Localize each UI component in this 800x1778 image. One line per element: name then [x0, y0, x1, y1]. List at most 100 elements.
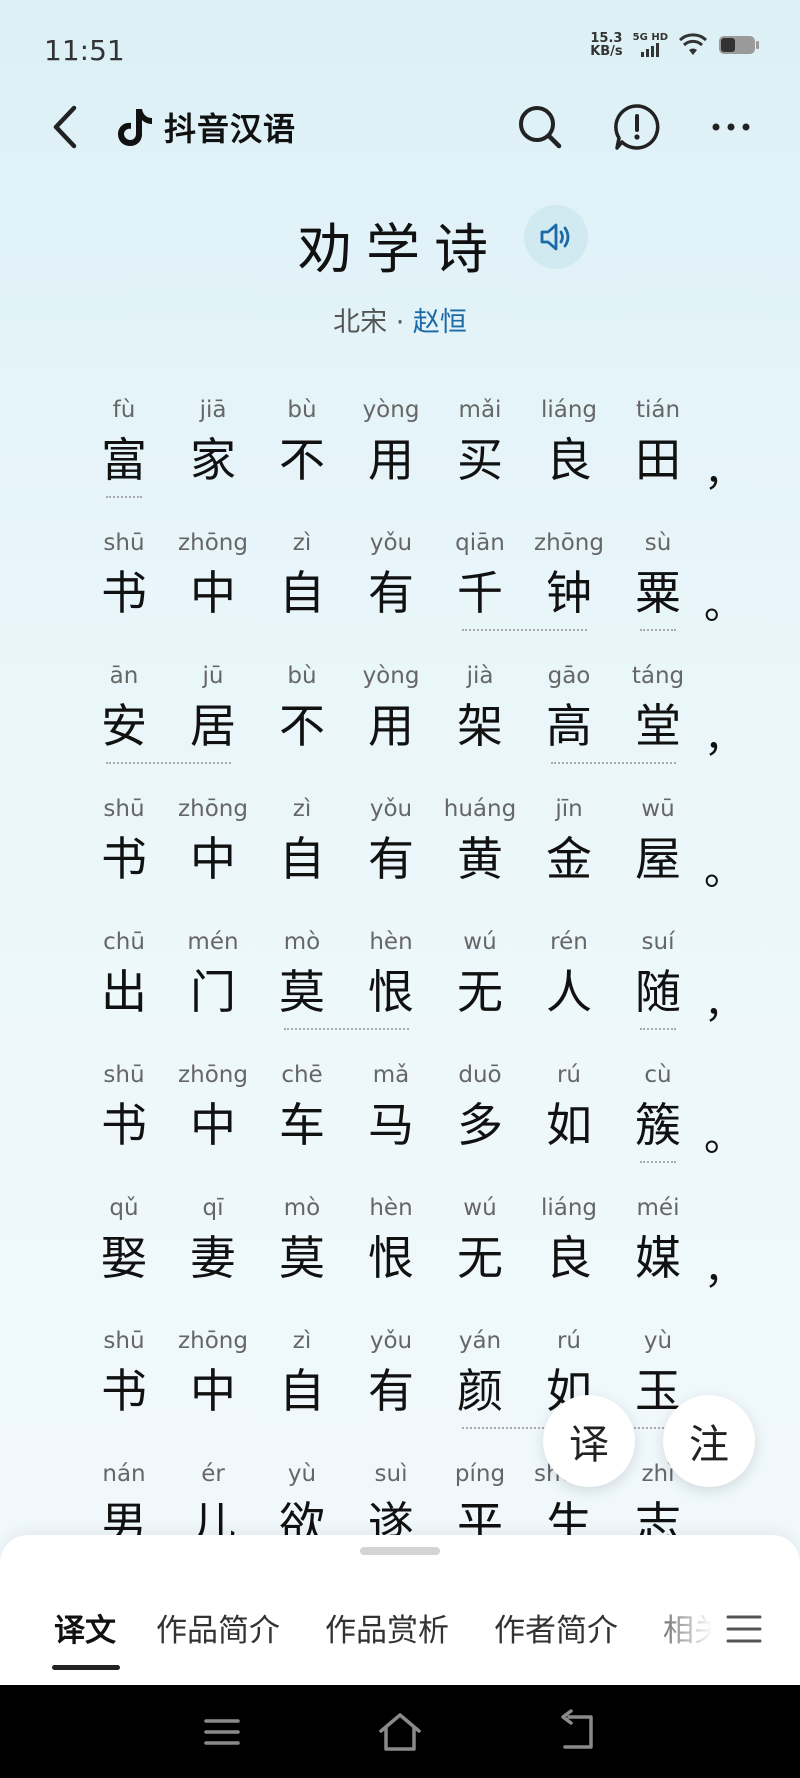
poem-character[interactable]: sù 粟 — [614, 528, 702, 624]
poem-character[interactable]: rú 如 — [525, 1060, 613, 1156]
pinyin: táng — [631, 663, 685, 689]
pinyin: jīn — [555, 796, 583, 822]
poem-character[interactable]: mò 莫 — [258, 1193, 346, 1289]
poem-character[interactable]: yù 欲 — [258, 1459, 346, 1535]
poem-character[interactable]: shū 书 — [80, 1326, 168, 1422]
tab-work-intro[interactable]: 作品简介 — [156, 1605, 280, 1650]
poem-character[interactable]: suì 遂 — [347, 1459, 435, 1535]
annotate-button[interactable]: 注 — [663, 1395, 755, 1487]
poem-character[interactable]: jīn 金 — [525, 794, 613, 890]
poem-character[interactable]: yán 颜 — [436, 1326, 524, 1422]
poem-character[interactable]: mén 门 — [169, 927, 257, 1023]
poem-character[interactable]: zì 自 — [258, 1326, 346, 1422]
poem-character[interactable]: rén 人 — [525, 927, 613, 1023]
poem-character[interactable]: qiān 千 — [436, 528, 524, 624]
poem-character[interactable]: jià 架 — [436, 661, 524, 757]
hanzi: 遂 — [368, 1497, 414, 1535]
poem-character[interactable]: bù 不 — [258, 661, 346, 757]
poem-character[interactable]: chē 车 — [258, 1060, 346, 1156]
pinyin: qiān — [455, 530, 505, 556]
poem-character[interactable]: tián 田 — [614, 395, 702, 491]
hanzi: 用 — [368, 433, 414, 487]
search-icon[interactable] — [515, 102, 565, 152]
poem-character[interactable]: zhōng 中 — [169, 794, 257, 890]
poem-character[interactable]: qǔ 娶 — [80, 1193, 168, 1289]
poem-character[interactable]: bù 不 — [258, 395, 346, 491]
hanzi: 娶 — [101, 1231, 147, 1285]
word-underline[interactable] — [640, 1028, 676, 1030]
poem-character[interactable]: huáng 黄 — [436, 794, 524, 890]
poem-character[interactable]: mǎi 买 — [436, 395, 524, 491]
poem-character[interactable]: wū 屋 — [614, 794, 702, 890]
word-underline[interactable] — [106, 496, 142, 498]
poem-character[interactable]: chū 出 — [80, 927, 168, 1023]
poem-character[interactable]: yòng 用 — [347, 395, 435, 491]
word-underline[interactable] — [106, 762, 231, 764]
poem-character[interactable]: nán 男 — [80, 1459, 168, 1535]
word-underline[interactable] — [462, 629, 587, 631]
poem-character[interactable]: méi 媒 — [614, 1193, 702, 1289]
poem-character[interactable]: zhōng 中 — [169, 1060, 257, 1156]
hanzi: 书 — [101, 1364, 147, 1418]
pinyin: shū — [103, 1328, 145, 1354]
tab-translation[interactable]: 译文 — [54, 1605, 116, 1650]
hanzi: 人 — [546, 965, 592, 1019]
pinyin: yù — [643, 1328, 673, 1354]
poem-character[interactable]: yǒu 有 — [347, 794, 435, 890]
poem-character[interactable]: yǒu 有 — [347, 1326, 435, 1422]
tab-work-analysis[interactable]: 作品赏析 — [325, 1605, 449, 1650]
poem-character[interactable]: ér 儿 — [169, 1459, 257, 1535]
pinyin: méi — [636, 1195, 680, 1221]
poem-character[interactable]: mǎ 马 — [347, 1060, 435, 1156]
poem-character[interactable]: jū 居 — [169, 661, 257, 757]
poem-character[interactable]: zhōng 钟 — [525, 528, 613, 624]
translate-button[interactable]: 译 — [543, 1395, 635, 1487]
speaker-button[interactable] — [524, 205, 588, 269]
poem-character[interactable]: cù 簇 — [614, 1060, 702, 1156]
hanzi: 莫 — [279, 965, 325, 1019]
poem-character[interactable]: suí 随 — [614, 927, 702, 1023]
poem-character[interactable]: zhōng 中 — [169, 528, 257, 624]
poem-character[interactable]: jiā 家 — [169, 395, 257, 491]
poem-character[interactable]: mò 莫 — [258, 927, 346, 1023]
sheet-handle[interactable] — [360, 1547, 440, 1555]
author-link[interactable]: 赵恒 — [413, 307, 467, 338]
poem-character[interactable]: hèn 恨 — [347, 927, 435, 1023]
poem-character[interactable]: duō 多 — [436, 1060, 524, 1156]
poem-character[interactable]: yǒu 有 — [347, 528, 435, 624]
poem-character[interactable]: wú 无 — [436, 1193, 524, 1289]
hanzi: 书 — [101, 832, 147, 886]
poem-character[interactable]: fù 富 — [80, 395, 168, 491]
home-icon[interactable] — [375, 1707, 425, 1757]
hanzi: 欲 — [279, 1497, 325, 1535]
word-underline[interactable] — [551, 762, 676, 764]
more-icon[interactable] — [706, 102, 756, 152]
hanzi: 车 — [279, 1098, 325, 1152]
poem-character[interactable]: hèn 恨 — [347, 1193, 435, 1289]
poem-character[interactable]: táng 堂 — [614, 661, 702, 757]
poem-character[interactable]: zì 自 — [258, 794, 346, 890]
back-icon[interactable] — [44, 102, 88, 152]
tab-author-intro[interactable]: 作者简介 — [494, 1605, 618, 1650]
poem-character[interactable]: zhōng 中 — [169, 1326, 257, 1422]
poem-character[interactable]: liáng 良 — [525, 395, 613, 491]
tab-menu-icon[interactable] — [724, 1609, 764, 1649]
poem-character[interactable]: yòng 用 — [347, 661, 435, 757]
back-nav-icon[interactable] — [553, 1707, 603, 1757]
poem-character[interactable]: shū 书 — [80, 528, 168, 624]
pinyin: ér — [201, 1461, 225, 1487]
word-underline[interactable] — [284, 1028, 409, 1030]
poem-character[interactable]: shū 书 — [80, 1060, 168, 1156]
poem-character[interactable]: liáng 良 — [525, 1193, 613, 1289]
poem-character[interactable]: shū 书 — [80, 794, 168, 890]
poem-character[interactable]: ān 安 — [80, 661, 168, 757]
poem-character[interactable]: zì 自 — [258, 528, 346, 624]
word-underline[interactable] — [640, 1161, 676, 1163]
poem-character[interactable]: píng 平 — [436, 1459, 524, 1535]
poem-character[interactable]: qī 妻 — [169, 1193, 257, 1289]
poem-character[interactable]: gāo 高 — [525, 661, 613, 757]
report-icon[interactable] — [612, 102, 662, 152]
poem-character[interactable]: wú 无 — [436, 927, 524, 1023]
menu-icon[interactable] — [197, 1707, 247, 1757]
word-underline[interactable] — [640, 629, 676, 631]
